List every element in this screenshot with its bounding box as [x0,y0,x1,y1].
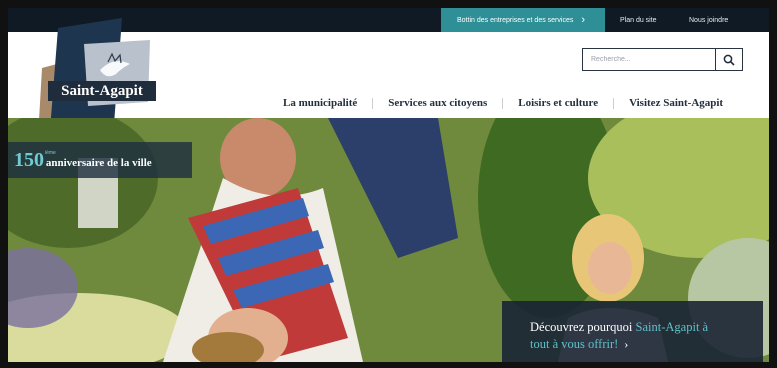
anniversary-superscript: ième [45,150,56,156]
bottin-button[interactable]: Bottin des entreprises et des services › [441,8,605,32]
anniversary-badge[interactable]: 150 ième anniversaire de la ville [8,142,192,178]
nav-item-services-aux-citoyens[interactable]: Services aux citoyens [388,97,487,109]
site-header: Saint-Agapit La municipalité Services au… [8,18,769,138]
discover-banner[interactable]: Découvrez pourquoi Saint-Agapit à tout à… [502,301,763,362]
anniversary-number: 150 [14,148,44,171]
nav-divider [502,97,504,109]
discover-highlight: Saint-Agapit à [635,320,709,334]
plan-du-site-link[interactable]: Plan du site [620,8,657,32]
chevron-right-icon: › [624,337,629,351]
discover-prefix: Découvrez pourquoi [530,320,636,334]
search-button[interactable] [715,49,742,70]
nav-item-visitez-saint-agapit[interactable]: Visitez Saint-Agapit [629,97,723,109]
hero-banner: 150 ième anniversaire de la ville Découv… [8,118,769,362]
logo-wordmark: Saint-Agapit [48,81,156,101]
nav-item-la-municipalite[interactable]: La municipalité [283,97,357,109]
search-icon [723,54,735,66]
search-input[interactable] [583,49,715,70]
discover-line2: tout à vous offrir! [530,337,619,351]
nav-divider [372,97,374,109]
nav-item-loisirs-et-culture[interactable]: Loisirs et culture [518,97,598,109]
nous-joindre-link[interactable]: Nous joindre [689,8,728,32]
anniversary-text: anniversaire de la ville [45,157,152,169]
search-box [582,48,743,71]
chevron-right-icon: › [581,13,586,26]
page-frame: Bottin des entreprises et des services ›… [8,8,769,362]
bottin-label: Bottin des entreprises et des services [457,16,574,24]
main-navigation: La municipalité Services aux citoyens Lo… [283,95,723,111]
nav-divider [613,97,615,109]
